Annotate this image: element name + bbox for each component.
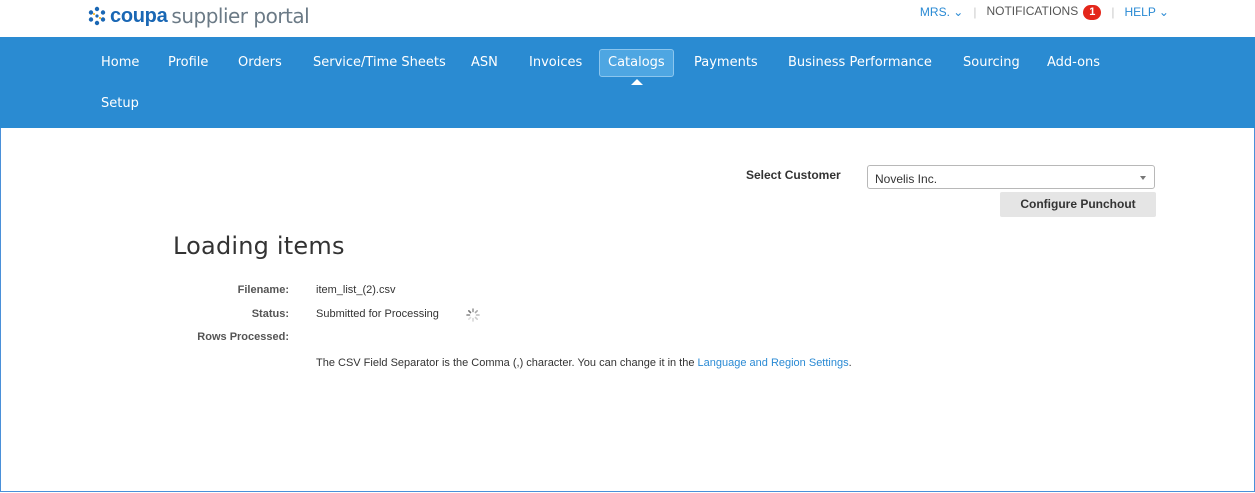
nav-add-ons[interactable]: Add-ons bbox=[1047, 50, 1100, 76]
divider: | bbox=[973, 5, 977, 19]
filename-value: item_list_(2).csv bbox=[316, 284, 396, 296]
rows-processed-label: Rows Processed: bbox=[197, 331, 289, 343]
nav-profile[interactable]: Profile bbox=[168, 50, 208, 76]
status-value: Submitted for Processing bbox=[316, 308, 439, 320]
note-suffix: . bbox=[848, 357, 852, 369]
active-tab-caret bbox=[631, 79, 643, 85]
page-title: Loading items bbox=[173, 232, 345, 260]
customer-select-value: Novelis Inc. bbox=[875, 172, 938, 186]
notifications-menu[interactable]: NOTIFICATIONS 1 bbox=[986, 4, 1102, 20]
chevron-down-icon bbox=[1140, 176, 1146, 180]
brand-subtitle: supplier portal bbox=[171, 4, 310, 28]
nav-catalogs[interactable]: Catalogs bbox=[599, 49, 674, 77]
csv-separator-note: The CSV Field Separator is the Comma (,)… bbox=[316, 357, 852, 369]
status-label: Status: bbox=[251, 308, 289, 320]
filename-label: Filename: bbox=[237, 284, 289, 296]
nav-invoices[interactable]: Invoices bbox=[529, 50, 582, 76]
notifications-badge: 1 bbox=[1083, 4, 1102, 20]
select-customer-label: Select Customer bbox=[746, 168, 841, 182]
help-menu[interactable]: HELP ⌄ bbox=[1124, 5, 1169, 19]
loading-spinner-icon bbox=[466, 308, 480, 322]
nav-payments[interactable]: Payments bbox=[694, 50, 758, 76]
coupa-logo[interactable]: coupa supplier portal bbox=[86, 2, 310, 30]
top-bar: coupa supplier portal MRS. ⌄ | NOTIFICAT… bbox=[0, 0, 1255, 37]
top-right-menu: MRS. ⌄ | NOTIFICATIONS 1 | HELP ⌄ bbox=[920, 2, 1169, 22]
notifications-label: NOTIFICATIONS bbox=[986, 4, 1079, 19]
nav-sourcing[interactable]: Sourcing bbox=[963, 50, 1020, 76]
coupa-snowflake-icon bbox=[88, 6, 106, 26]
language-region-settings-link[interactable]: Language and Region Settings bbox=[698, 357, 849, 369]
nav-home[interactable]: Home bbox=[101, 50, 139, 76]
nav-service-time-sheets[interactable]: Service/Time Sheets bbox=[313, 50, 446, 76]
divider: | bbox=[1111, 5, 1115, 19]
user-menu[interactable]: MRS. ⌄ bbox=[920, 5, 963, 19]
configure-punchout-button[interactable]: Configure Punchout bbox=[1000, 192, 1156, 217]
brand-name: coupa bbox=[110, 4, 168, 27]
nav-setup[interactable]: Setup bbox=[101, 91, 139, 117]
customer-select[interactable]: Novelis Inc. bbox=[867, 165, 1155, 189]
nav-business-performance[interactable]: Business Performance bbox=[788, 50, 932, 76]
main-nav: Home Profile Orders Service/Time Sheets … bbox=[0, 37, 1255, 128]
nav-orders[interactable]: Orders bbox=[238, 50, 282, 76]
nav-asn[interactable]: ASN bbox=[471, 50, 498, 76]
note-text: The CSV Field Separator is the Comma (,)… bbox=[316, 357, 698, 369]
